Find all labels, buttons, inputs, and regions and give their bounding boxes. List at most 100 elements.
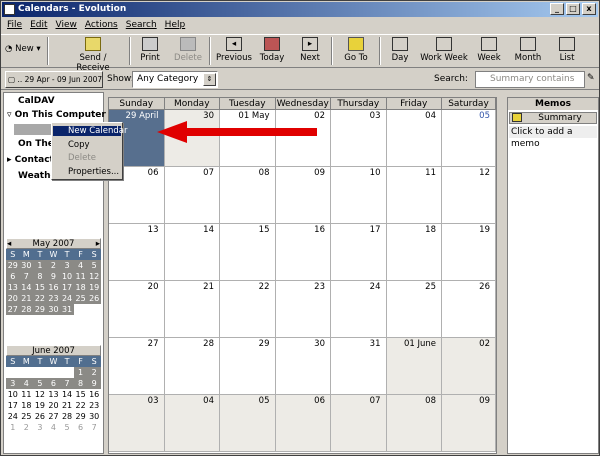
minical-day[interactable]: 16 [87, 389, 101, 400]
minical-day[interactable]: 21 [60, 400, 74, 411]
minical-day[interactable]: 30 [19, 260, 34, 271]
new-button[interactable]: ◔ New ▾ [5, 44, 41, 54]
month-day-cell[interactable]: 27 [109, 338, 165, 395]
minical-day[interactable]: 3 [6, 378, 20, 389]
minical-day[interactable]: 11 [73, 271, 88, 282]
minical-day[interactable]: 2 [46, 260, 61, 271]
month-day-cell[interactable]: 25 [386, 281, 442, 338]
minical-day[interactable]: 27 [47, 411, 61, 422]
minical-day[interactable] [6, 367, 20, 378]
menu-file[interactable]: File [7, 18, 22, 32]
previous-button[interactable]: ◂ Previous [215, 37, 253, 63]
goto-button[interactable]: Go To [341, 37, 371, 63]
minical-day[interactable]: 16 [46, 282, 61, 293]
week-view-button[interactable]: Week [476, 37, 502, 63]
minical-day[interactable]: 15 [33, 282, 47, 293]
delete-button[interactable]: Delete [173, 37, 203, 63]
minical-day[interactable]: 4 [19, 378, 34, 389]
minical-day[interactable]: 19 [33, 400, 47, 411]
minical-day[interactable]: 11 [20, 389, 34, 400]
minical-day[interactable]: 24 [60, 293, 74, 304]
minical-day[interactable]: 14 [60, 389, 74, 400]
month-day-cell[interactable]: 22 [220, 281, 276, 338]
month-day-cell[interactable]: 05 [220, 395, 276, 452]
month-day-cell[interactable]: 10 [331, 167, 387, 224]
month-day-cell[interactable]: 16 [275, 224, 331, 281]
minical-day[interactable]: 2 [87, 367, 101, 378]
month-day-cell[interactable]: 03 [331, 110, 387, 167]
minical-day[interactable]: 6 [46, 378, 61, 389]
list-view-button[interactable]: List [555, 37, 579, 63]
month-day-cell[interactable]: 29 [220, 338, 276, 395]
month-day-cell[interactable]: 24 [331, 281, 387, 338]
minical-may-grid[interactable]: SMTWTFS 29 30 1 2 3 4 5 6 7 8 9 10 11 12 13 14 15 16 17 18 1… [6, 249, 101, 315]
minical-day[interactable] [60, 367, 74, 378]
month-day-cell[interactable]: 21 [164, 281, 220, 338]
minical-day[interactable]: 1 [73, 367, 88, 378]
minical-day[interactable]: 28 [19, 304, 34, 315]
next-button[interactable]: ▸ Next [298, 37, 322, 63]
minical-day[interactable] [20, 367, 34, 378]
minical-day[interactable]: 7 [19, 271, 34, 282]
minical-day[interactable]: 17 [60, 282, 74, 293]
minical-day[interactable]: 9 [87, 378, 101, 389]
minical-day[interactable]: 2 [20, 422, 34, 433]
print-button[interactable]: Print [137, 37, 163, 63]
minical-day[interactable]: 8 [33, 271, 47, 282]
minical-day[interactable] [47, 367, 61, 378]
month-day-cell[interactable]: 13 [109, 224, 165, 281]
minical-day[interactable]: 21 [19, 293, 34, 304]
tree-personal-selected[interactable] [14, 124, 54, 135]
menu-search[interactable]: Search [126, 18, 157, 32]
minical-day[interactable]: 13 [6, 282, 20, 293]
minical-day[interactable] [87, 304, 101, 315]
month-day-cell[interactable]: 26 [442, 281, 496, 338]
month-day-cell[interactable]: 04 [164, 395, 220, 452]
minical-june-grid[interactable]: SMTWTFS 1 2 3 4 5 6 7 8 9 10 11 12 13 14 15 16 17 18 19 20 2… [6, 356, 101, 433]
menu-edit[interactable]: Edit [30, 18, 47, 32]
minical-day[interactable]: 18 [20, 400, 34, 411]
month-day-cell[interactable]: 30 [275, 338, 331, 395]
minical-day[interactable]: 5 [60, 422, 74, 433]
minical-day[interactable]: 5 [33, 378, 47, 389]
month-day-cell[interactable]: 23 [275, 281, 331, 338]
month-day-cell[interactable]: 08 [220, 167, 276, 224]
month-day-cell[interactable]: 14 [164, 224, 220, 281]
minical-day[interactable]: 29 [33, 304, 47, 315]
minical-day[interactable]: 1 [33, 260, 47, 271]
minical-day[interactable]: 7 [87, 422, 101, 433]
minical-day[interactable]: 4 [47, 422, 61, 433]
month-day-cell[interactable]: 12 [442, 167, 496, 224]
month-day-cell[interactable]: 31 [331, 338, 387, 395]
minical-day[interactable]: 28 [60, 411, 74, 422]
minical-day[interactable]: 30 [87, 411, 101, 422]
date-range-button[interactable]: ▢ .. 29 Apr - 09 Jun 2007 [5, 71, 103, 88]
minical-day[interactable]: 4 [73, 260, 88, 271]
minical-day[interactable]: 25 [73, 293, 88, 304]
minical-day[interactable]: 26 [87, 293, 101, 304]
minical-day[interactable]: 17 [6, 400, 20, 411]
minical-day[interactable]: 6 [74, 422, 88, 433]
month-day-cell[interactable]: 20 [109, 281, 165, 338]
minical-day[interactable]: 6 [6, 271, 20, 282]
menu-actions[interactable]: Actions [85, 18, 118, 32]
minical-day[interactable]: 3 [60, 260, 74, 271]
category-select[interactable]: Any Category ⇕ [132, 71, 218, 88]
month-view-button[interactable]: Month [513, 37, 543, 63]
month-day-cell[interactable]: 09 [275, 167, 331, 224]
month-day-cell[interactable]: 17 [331, 224, 387, 281]
minical-day[interactable]: 19 [87, 282, 101, 293]
minical-day[interactable] [33, 367, 47, 378]
minical-day[interactable]: 22 [33, 293, 47, 304]
maximize-button[interactable]: □ [566, 3, 580, 15]
search-input[interactable]: Summary contains [475, 71, 585, 88]
month-day-cell[interactable]: 07 [331, 395, 387, 452]
month-view[interactable]: Sunday Monday Tuesday Wednesday Thursday Frid… [108, 97, 497, 454]
minical-day[interactable]: 25 [20, 411, 34, 422]
minical-day[interactable]: 12 [33, 389, 47, 400]
memo-summary-header[interactable]: Summary [509, 112, 597, 124]
close-button[interactable]: x [582, 3, 596, 15]
minimize-button[interactable]: _ [550, 3, 564, 15]
minical-day[interactable]: 26 [33, 411, 47, 422]
month-day-cell[interactable]: 15 [220, 224, 276, 281]
